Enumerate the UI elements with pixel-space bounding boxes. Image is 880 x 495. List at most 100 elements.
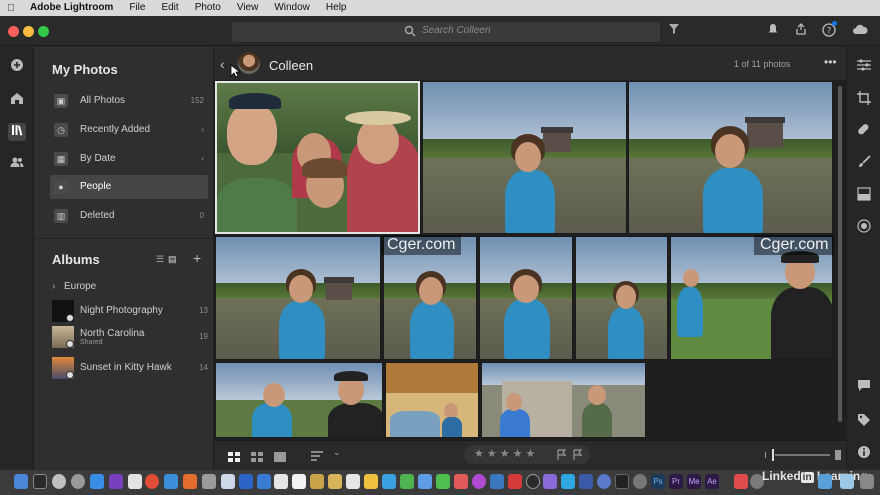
back-arrow-icon[interactable]: ‹ <box>220 56 225 72</box>
trash-dock-icon[interactable] <box>860 474 874 489</box>
star-rating[interactable]: ★★★★★ <box>464 445 590 464</box>
launchpad-icon[interactable] <box>33 474 47 489</box>
stickies-icon[interactable] <box>328 474 342 489</box>
flag-pick-icon[interactable] <box>557 448 567 466</box>
add-photos-icon[interactable] <box>8 58 26 76</box>
sidebar-item-people[interactable]: ● People <box>50 175 208 199</box>
menu-view[interactable]: View <box>229 0 267 16</box>
grid-view-icon[interactable]: ▤ <box>168 254 177 265</box>
photo-tile[interactable] <box>385 362 479 438</box>
brush-icon[interactable] <box>856 155 872 171</box>
flag-reject-icon[interactable] <box>573 448 583 466</box>
search-field[interactable]: Search Colleen <box>232 22 660 42</box>
album-sunset-kitty-hawk[interactable]: Sunset in Kitty Hawk 14 <box>50 356 210 380</box>
creative-cloud-icon[interactable] <box>734 474 748 489</box>
photo-tile[interactable] <box>575 236 668 360</box>
menu-file[interactable]: File <box>121 0 153 16</box>
photo-tile[interactable] <box>215 236 381 360</box>
close-window-button[interactable] <box>8 26 19 37</box>
itunes-icon[interactable] <box>472 474 486 489</box>
album-night-photography[interactable]: Night Photography 13 <box>50 299 210 323</box>
linear-gradient-icon[interactable] <box>856 187 872 203</box>
ibooks-icon[interactable] <box>490 474 504 489</box>
apple-icon[interactable]:  <box>0 3 22 14</box>
premiere-icon[interactable]: Pr <box>669 474 683 489</box>
cube-app-icon[interactable] <box>579 474 593 489</box>
tag-icon[interactable] <box>856 413 872 429</box>
detail-view-icon[interactable] <box>274 449 286 467</box>
app-store-icon[interactable] <box>90 474 104 489</box>
after-effects-icon[interactable]: Ae <box>705 474 719 489</box>
photo-grid-view-icon[interactable] <box>251 449 263 467</box>
comment-icon[interactable] <box>856 379 872 395</box>
photo-tile[interactable] <box>215 362 383 438</box>
firefox-icon[interactable] <box>183 474 197 489</box>
thumbnail-size-slider[interactable] <box>775 454 830 456</box>
photoshop-icon[interactable]: Ps <box>651 474 665 489</box>
downloads-folder-icon[interactable] <box>840 474 854 489</box>
album-europe[interactable]: › Europe <box>50 275 210 299</box>
contacts-icon[interactable] <box>202 474 216 489</box>
finder-icon[interactable] <box>14 474 28 489</box>
edit-sliders-icon[interactable] <box>856 59 872 75</box>
sidebar-item-deleted[interactable]: ▥ Deleted 0 <box>50 204 208 228</box>
slider-handle[interactable] <box>772 449 774 461</box>
pages-icon[interactable] <box>364 474 378 489</box>
triangle-app-icon[interactable] <box>561 474 575 489</box>
chrome-icon[interactable] <box>145 474 159 489</box>
cloud-icon[interactable] <box>852 23 868 39</box>
share-icon[interactable] <box>793 23 809 39</box>
zoom-window-button[interactable] <box>38 26 49 37</box>
chevron-left-icon[interactable]: ‹ <box>201 125 204 134</box>
media-encoder-icon[interactable]: Me <box>687 474 701 489</box>
bell-icon[interactable] <box>765 23 781 39</box>
sidebar-item-recently-added[interactable]: ◷ Recently Added ‹ <box>50 118 208 142</box>
list-view-icon[interactable]: ☰ <box>156 254 164 265</box>
camera-icon[interactable] <box>526 474 540 489</box>
radial-gradient-icon[interactable] <box>856 219 872 235</box>
folder-icon[interactable] <box>818 474 832 489</box>
facetime-icon[interactable] <box>454 474 468 489</box>
photos-app-icon[interactable] <box>221 474 235 489</box>
people-icon[interactable] <box>8 155 26 173</box>
square-grid-view-icon[interactable] <box>228 449 240 467</box>
menu-app[interactable]: Adobe Lightroom <box>22 0 121 16</box>
menu-window[interactable]: Window <box>266 0 318 16</box>
sidebar-item-by-date[interactable]: ▦ By Date ‹ <box>50 147 208 171</box>
preview-icon[interactable] <box>128 474 142 489</box>
terminal-icon[interactable] <box>615 474 629 489</box>
rocket-icon[interactable] <box>71 474 85 489</box>
filter-icon[interactable] <box>666 23 682 39</box>
textedit-icon[interactable] <box>346 474 360 489</box>
sort-icon[interactable] <box>311 448 325 466</box>
keynote-icon[interactable] <box>382 474 396 489</box>
mail-icon[interactable] <box>164 474 178 489</box>
album-north-carolina[interactable]: North Carolina Shared 19 <box>50 325 210 349</box>
drop-app-icon[interactable] <box>633 474 647 489</box>
numbers-icon[interactable] <box>400 474 414 489</box>
notes-yellow-icon[interactable] <box>310 474 324 489</box>
menu-help[interactable]: Help <box>318 0 355 16</box>
news-icon[interactable] <box>508 474 522 489</box>
chevron-left-icon[interactable]: ‹ <box>201 154 204 163</box>
photo-tile-selected[interactable] <box>215 81 420 234</box>
app-icon[interactable] <box>257 474 271 489</box>
library-icon[interactable] <box>8 123 26 141</box>
menu-edit[interactable]: Edit <box>153 0 186 16</box>
healing-brush-icon[interactable] <box>856 123 872 139</box>
photo-tile[interactable] <box>479 236 573 360</box>
photo-tile[interactable] <box>481 362 646 438</box>
charts-icon[interactable] <box>418 474 432 489</box>
bubble-app-icon[interactable] <box>597 474 611 489</box>
home-icon[interactable] <box>8 91 26 109</box>
grid-scrollbar[interactable] <box>838 86 842 422</box>
calendar-app-icon[interactable] <box>274 474 288 489</box>
crop-icon[interactable] <box>856 91 872 107</box>
affinity-icon[interactable] <box>543 474 557 489</box>
minimize-window-button[interactable] <box>23 26 34 37</box>
sidebar-item-all-photos[interactable]: ▣ All Photos 152 <box>50 89 208 113</box>
notes-icon[interactable] <box>239 474 253 489</box>
chevron-right-icon[interactable]: › <box>52 281 55 292</box>
podcasts-icon[interactable] <box>109 474 123 489</box>
reminders-icon[interactable] <box>292 474 306 489</box>
